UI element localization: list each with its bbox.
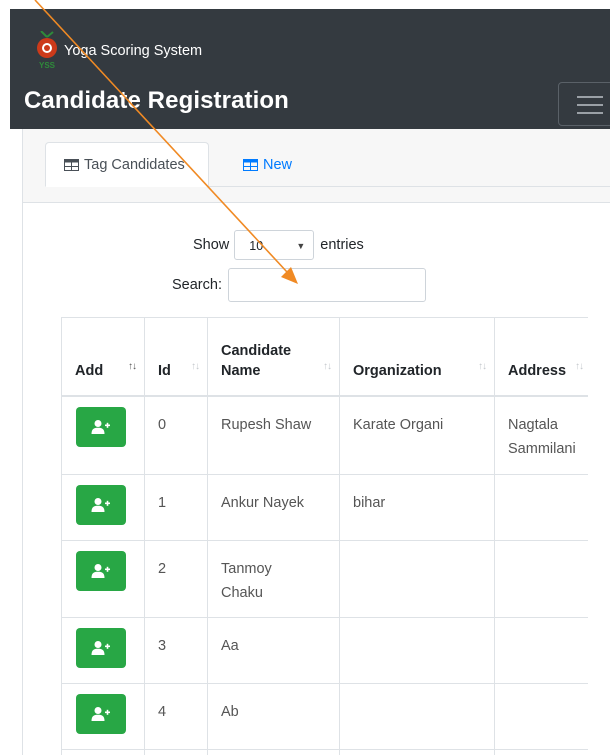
table-row — [61, 749, 588, 755]
cell-address — [494, 540, 588, 618]
cell-address — [494, 617, 588, 684]
entries-length-control: Show 10 ▼ entries — [193, 230, 364, 260]
sort-icon: ↑↓ — [191, 360, 200, 372]
page-title: Candidate Registration — [24, 87, 289, 114]
column-header-candidate-name[interactable]: Candidate Name ↑↓ — [207, 317, 340, 397]
add-candidate-button[interactable] — [76, 551, 126, 591]
navbar-toggle-button[interactable] — [558, 82, 610, 126]
cell-organization: Karate Organi — [339, 395, 495, 475]
table-icon — [243, 158, 258, 171]
tab-label: New — [263, 156, 293, 173]
sort-icon: ↑↓ — [128, 360, 137, 372]
user-plus-icon — [91, 498, 110, 512]
cell-organization: bihar — [339, 474, 495, 541]
yss-logo-icon[interactable]: YSS — [33, 30, 61, 71]
column-header-add[interactable]: Add ↑↓ — [61, 317, 145, 397]
user-plus-icon — [91, 641, 110, 655]
brand-name[interactable]: Yoga Scoring System — [64, 43, 202, 59]
hamburger-icon — [577, 96, 603, 98]
cell-name: Ab — [207, 683, 340, 750]
cell-name: Aa — [207, 617, 340, 684]
entries-label: entries — [320, 237, 364, 253]
column-header-address[interactable]: Address ↑↓ — [494, 317, 588, 397]
cell-id: 1 — [144, 474, 208, 541]
tab-label: Tag Candidates — [84, 156, 185, 173]
add-candidate-button[interactable] — [76, 694, 126, 734]
show-label: Show — [193, 237, 230, 253]
user-plus-icon — [91, 419, 110, 434]
cell-organization — [339, 617, 495, 684]
candidates-table: Add ↑↓ Id ↑↓ Candidate Name ↑↓ Organization… — [61, 317, 588, 755]
table-header-row: Add ↑↓ Id ↑↓ Candidate Name ↑↓ Organization… — [61, 317, 588, 397]
table-row: 2 Tanmoy Chaku — [61, 540, 588, 618]
cell-id: 0 — [144, 395, 208, 475]
add-candidate-button[interactable] — [76, 628, 126, 668]
search-label: Search: — [172, 277, 222, 293]
cell-address — [494, 474, 588, 541]
user-plus-icon — [91, 564, 110, 578]
cell-name: Tanmoy Chaku — [207, 540, 340, 618]
cell-name: Rupesh Shaw — [207, 395, 340, 475]
cell-id: 2 — [144, 540, 208, 618]
card-header: Tag Candidates New — [23, 129, 610, 203]
navbar: YSS Yoga Scoring System Candidate Regist… — [10, 9, 610, 129]
sort-icon: ↑↓ — [575, 360, 584, 372]
cell-id: 3 — [144, 617, 208, 684]
cell-address: Nagtala Sammilani — [494, 395, 588, 475]
table-icon — [64, 158, 79, 171]
search-input[interactable] — [227, 268, 426, 302]
cell-name: Ankur Nayek — [207, 474, 340, 541]
table-row: 4 Ab — [61, 683, 588, 750]
table-row: 3 Aa — [61, 617, 588, 684]
tab-new[interactable]: New — [225, 142, 302, 187]
cell-address — [494, 683, 588, 750]
table-row: 1 Ankur Nayek bihar — [61, 474, 588, 541]
user-plus-icon — [91, 707, 110, 721]
table-row: 0 Rupesh Shaw Karate Organi Nagtala Samm… — [61, 395, 588, 475]
cell-organization — [339, 683, 495, 750]
sort-icon: ↑↓ — [323, 360, 332, 372]
sort-icon: ↑↓ — [478, 360, 487, 372]
add-candidate-button[interactable] — [76, 406, 126, 447]
column-header-organization[interactable]: Organization ↑↓ — [339, 317, 495, 397]
entries-select-value: 10 — [249, 239, 264, 253]
cell-id: 4 — [144, 683, 208, 750]
tab-tag-candidates[interactable]: Tag Candidates — [45, 142, 209, 187]
search-control: Search: — [172, 268, 426, 302]
logo-text: YSS — [39, 61, 56, 70]
cell-organization — [339, 540, 495, 618]
column-header-id[interactable]: Id ↑↓ — [144, 317, 208, 397]
entries-select[interactable]: 10 ▼ — [234, 230, 315, 260]
candidates-table-wrapper: Add ↑↓ Id ↑↓ Candidate Name ↑↓ Organization… — [61, 317, 588, 755]
add-candidate-button[interactable] — [76, 485, 126, 525]
chevron-down-icon: ▼ — [296, 241, 306, 251]
